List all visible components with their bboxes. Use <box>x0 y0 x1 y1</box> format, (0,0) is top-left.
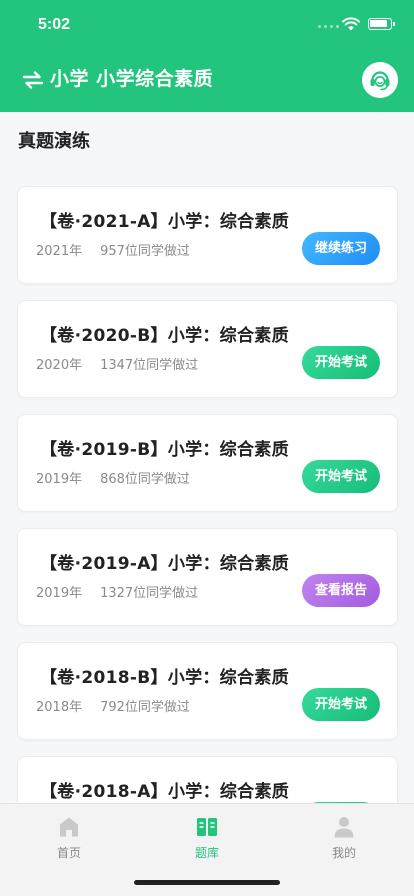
tab-question-bank[interactable]: 题库 <box>167 816 247 862</box>
swap-icon[interactable] <box>22 69 44 91</box>
status-time: 5:02 <box>38 16 71 33</box>
tab-profile[interactable]: 我的 <box>304 816 384 862</box>
start-exam-button[interactable]: 开始考试 <box>302 346 380 379</box>
paper-title: 【卷·2018-A】小学：综合素质 <box>40 782 290 802</box>
paper-count: 868位同学做过 <box>100 472 190 487</box>
paper-card[interactable]: 【卷·2020-B】小学：综合素质 2020年 1347位同学做过 开始考试 <box>17 300 398 398</box>
paper-year: 2019年 <box>36 586 83 601</box>
paper-meta: 2019年 1327位同学做过 <box>36 582 198 601</box>
section-title: 真题演练 <box>18 131 90 152</box>
question-bank-icon <box>197 818 217 836</box>
support-button[interactable] <box>362 62 398 98</box>
start-exam-button[interactable]: 开始考试 <box>302 460 380 493</box>
paper-count: 1347位同学做过 <box>100 358 199 373</box>
wifi-icon <box>342 17 360 31</box>
paper-year: 2018年 <box>36 700 83 715</box>
status-bar: 5:02 <box>0 0 414 48</box>
home-icon <box>60 817 78 837</box>
paper-count: 957位同学做过 <box>100 244 190 259</box>
paper-year: 2021年 <box>36 244 83 259</box>
paper-meta: 2019年 868位同学做过 <box>36 468 190 487</box>
tab-label: 题库 <box>194 846 219 860</box>
paper-title: 【卷·2018-B】小学：综合素质 <box>40 668 289 688</box>
view-report-button[interactable]: 查看报告 <box>302 574 380 607</box>
paper-card[interactable]: 【卷·2018-B】小学：综合素质 2018年 792位同学做过 开始考试 <box>17 642 398 740</box>
paper-year: 2019年 <box>36 472 83 487</box>
start-exam-button[interactable]: 开始考试 <box>302 688 380 721</box>
app-header: 5:02 小学 小学综合素质 <box>0 0 414 112</box>
paper-count: 1327位同学做过 <box>100 586 199 601</box>
paper-meta: 2020年 1347位同学做过 <box>36 354 198 373</box>
paper-meta: 2021年 957位同学做过 <box>36 240 190 259</box>
paper-title: 【卷·2019-A】小学：综合素质 <box>40 554 290 574</box>
paper-title: 【卷·2019-B】小学：综合素质 <box>40 440 289 460</box>
tab-label: 我的 <box>331 846 356 860</box>
paper-card[interactable]: 【卷·2019-A】小学：综合素质 2019年 1327位同学做过 查看报告 <box>17 528 398 626</box>
paper-title: 【卷·2021-A】小学：综合素质 <box>40 212 290 232</box>
paper-title: 【卷·2020-B】小学：综合素质 <box>40 326 289 346</box>
paper-card[interactable]: 【卷·2021-A】小学：综合素质 2021年 957位同学做过 继续练习 <box>17 186 398 284</box>
continue-practice-button[interactable]: 继续练习 <box>302 232 380 265</box>
paper-card[interactable]: 【卷·2019-B】小学：综合素质 2019年 868位同学做过 开始考试 <box>17 414 398 512</box>
profile-icon <box>334 817 354 838</box>
tab-home[interactable]: 首页 <box>29 816 109 862</box>
paper-year: 2020年 <box>36 358 83 373</box>
headset-support-icon <box>370 71 390 91</box>
cellular-signal-icon <box>318 25 340 31</box>
subject-title[interactable]: 小学 小学综合素质 <box>50 64 213 91</box>
paper-count: 792位同学做过 <box>100 700 190 715</box>
home-indicator <box>134 880 280 885</box>
paper-meta: 2018年 792位同学做过 <box>36 696 190 715</box>
battery-icon <box>368 18 395 30</box>
tab-label: 首页 <box>56 846 81 860</box>
